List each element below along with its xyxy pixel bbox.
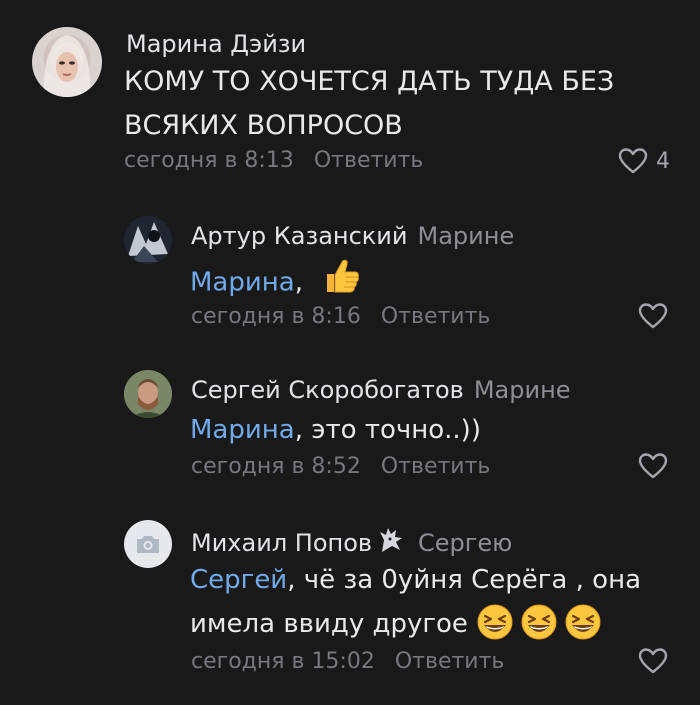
wolf-badge-icon [378,526,404,560]
author-name[interactable]: Михаил Попов [191,529,372,557]
reply-button[interactable]: Ответить [381,454,491,479]
like-button[interactable]: 4 [618,147,670,175]
comment-author-line: Артур Казанский Марине [191,222,514,250]
like-button[interactable] [638,302,668,330]
timestamp: сегодня в 8:13 [124,148,294,173]
comment-text: Марина, [190,256,361,310]
grinning-squinting-face-icon [521,604,557,640]
grinning-squinting-face-icon [477,604,513,640]
avatar[interactable] [124,370,172,418]
avatar[interactable] [124,520,172,568]
like-button[interactable] [638,452,668,480]
mention-link[interactable]: Сергей [190,565,287,595]
heart-icon [618,148,648,174]
emoji-row [476,603,602,641]
timestamp: сегодня в 8:16 [191,304,361,329]
comment-meta: сегодня в 8:13 Ответить [124,148,423,173]
reply-button[interactable]: Ответить [381,304,491,329]
reply-to-label[interactable]: Сергею [418,529,512,557]
heart-icon [638,648,668,674]
avatar[interactable] [124,216,172,264]
comment-author-line: Сергей Скоробогатов Марине [191,376,571,404]
avatar[interactable] [32,27,102,97]
like-button[interactable] [638,647,668,675]
heart-icon [638,303,668,329]
comment-author-line: Михаил Попов Сергею [191,526,512,560]
comment-author-line: Марина Дэйзи [126,30,306,58]
comment-meta: сегодня в 8:52 Ответить [191,454,490,479]
timestamp: сегодня в 15:02 [191,649,375,674]
camera-icon [137,536,159,553]
heart-icon [638,453,668,479]
reply-to-label[interactable]: Марине [418,222,515,250]
comment-text: КОМУ ТО ХОЧЕТСЯ ДАТЬ ТУДА БЕЗ ВСЯКИХ ВОП… [124,66,615,141]
thumbs-up-icon [321,256,361,310]
comment-text: Марина, это точно..)) [190,415,481,445]
reply-button[interactable]: Ответить [314,148,424,173]
author-name[interactable]: Артур Казанский [191,222,408,250]
author-name[interactable]: Марина Дэйзи [126,30,306,58]
reply-to-label[interactable]: Марине [474,376,571,404]
comment-meta: сегодня в 8:16 Ответить [191,304,490,329]
grinning-squinting-face-icon [565,604,601,640]
author-name[interactable]: Сергей Скоробогатов [191,376,464,404]
reply-button[interactable]: Ответить [395,649,505,674]
mention-link[interactable]: Марина [190,268,295,298]
timestamp: сегодня в 8:52 [191,454,361,479]
comment-meta: сегодня в 15:02 Ответить [191,649,504,674]
mention-link[interactable]: Марина [190,415,295,445]
like-count: 4 [656,148,670,174]
